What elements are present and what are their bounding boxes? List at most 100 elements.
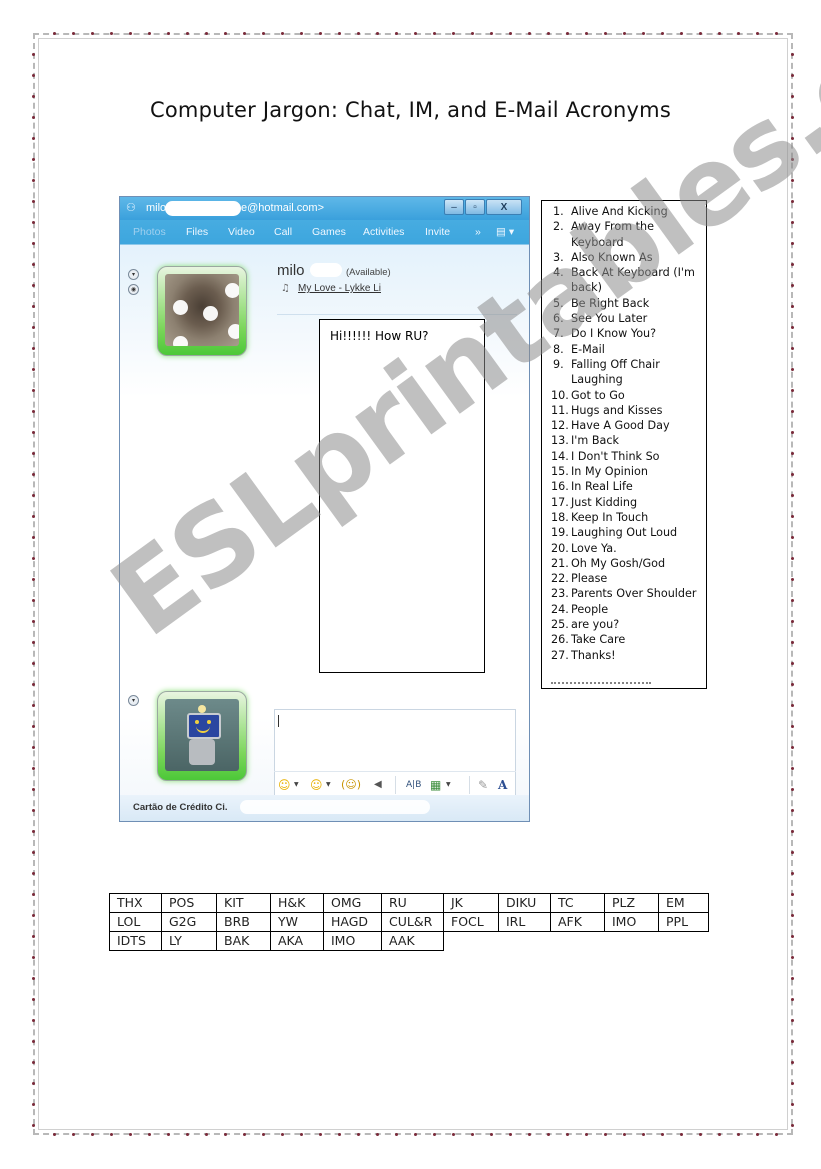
acronym-cell: RU (381, 893, 444, 913)
meaning-item: 25. are you? (542, 617, 706, 632)
border-dot (395, 1133, 398, 1136)
border-dot (791, 515, 794, 518)
maximize-button[interactable]: ▫ (465, 199, 485, 215)
border-dot (791, 431, 794, 434)
border-dot (791, 851, 794, 854)
border-dot (32, 1061, 35, 1064)
chevron-down-icon[interactable]: ▼ (294, 781, 299, 788)
voice-clip-icon[interactable]: ◀ (374, 778, 382, 792)
meaning-number: 8. (553, 342, 564, 356)
menu-call[interactable]: Call (274, 226, 292, 238)
meaning-number: 12. (551, 419, 569, 433)
border-dot (281, 32, 284, 35)
meaning-item: 5. Be Right Back (542, 296, 706, 311)
blur-dot (173, 336, 188, 346)
border-dot (414, 32, 417, 35)
border-dot (642, 32, 645, 35)
border-dot (791, 473, 794, 476)
more-menu-icon[interactable]: » (475, 226, 481, 238)
border-dot (756, 32, 759, 35)
meaning-number: 14. (551, 449, 569, 463)
border-dot (547, 32, 550, 35)
menu-games[interactable]: Games (312, 226, 346, 238)
acronym-row: IDTS LY BAK AKA IMO AAK (109, 931, 709, 951)
acronym-cell: H&K (270, 893, 324, 913)
border-dot (32, 242, 35, 245)
wink-icon[interactable]: ☺ (310, 778, 323, 792)
meaning-number: 23. (551, 587, 569, 601)
now-playing-link[interactable]: My Love - Lykke Li (298, 283, 381, 294)
text-format-icon[interactable]: A (498, 778, 507, 792)
meaning-text: Do I Know You? (571, 327, 657, 341)
border-dot (509, 32, 512, 35)
border-dot (148, 1133, 151, 1136)
border-dot (791, 1019, 794, 1022)
acronym-cell: BAK (216, 931, 271, 951)
border-dot (32, 620, 35, 623)
status-bar-text[interactable]: Cartão de Crédito Ci. (133, 802, 228, 813)
menu-photos[interactable]: Photos (133, 226, 166, 238)
border-dot (791, 746, 794, 749)
menu-files[interactable]: Files (186, 226, 208, 238)
border-dot (53, 32, 56, 35)
border-dot (775, 1133, 778, 1136)
meaning-item: 22. Please (542, 571, 706, 586)
border-dot (357, 1133, 360, 1136)
chevron-down-icon[interactable]: ▼ (446, 781, 451, 788)
meaning-item: 16. In Real Life (542, 479, 706, 494)
meaning-item: 26. Take Care (542, 632, 706, 647)
meanings-ol: 1. Alive And Kicking 2. Away From the Keybo… (542, 201, 706, 663)
border-dot (791, 893, 794, 896)
robot-body (189, 739, 215, 765)
border-dot (791, 284, 794, 287)
meaning-number: 4. (553, 266, 564, 280)
meaning-item: 11. Hugs and Kisses (542, 403, 706, 418)
border-dot (32, 473, 35, 476)
meaning-item: 19. Laughing Out Loud (542, 525, 706, 540)
acronym-cell: LOL (109, 912, 162, 932)
border-dot (680, 1133, 683, 1136)
toolbar-separator (395, 776, 396, 794)
meaning-number: 10. (551, 388, 569, 402)
meaning-number: 1. (553, 205, 564, 218)
meaning-item: 9. Falling Off Chair Laughing (542, 357, 706, 388)
acronym-cell: DIKU (498, 893, 551, 913)
options-menu-icon[interactable]: ▤ ▾ (496, 226, 514, 238)
border-dot (32, 494, 35, 497)
border-dot (791, 914, 794, 917)
meaning-number: 7. (553, 327, 564, 341)
font-icon[interactable]: A|B (406, 778, 421, 792)
collapse-contact-icon[interactable]: ▾ (128, 269, 139, 280)
webcam-icon[interactable]: ◉ (128, 284, 139, 295)
border-dot (718, 1133, 721, 1136)
border-dot (32, 389, 35, 392)
background-icon[interactable]: ▦ (430, 778, 441, 792)
emoticon-icon[interactable]: ☺ (278, 778, 291, 792)
meaning-text: E-Mail (571, 342, 605, 356)
acronym-cell: IDTS (109, 931, 162, 951)
acronym-cell: FOCL (443, 912, 499, 932)
nudge-icon[interactable]: (☺) (341, 778, 361, 792)
menu-activities[interactable]: Activities (363, 226, 404, 238)
close-button[interactable]: X (486, 199, 522, 215)
meaning-text: Got to Go (571, 388, 625, 402)
border-dot (32, 998, 35, 1001)
menu-invite[interactable]: Invite (425, 226, 450, 238)
border-dot (262, 32, 265, 35)
border-dot (32, 767, 35, 770)
border-dot (167, 32, 170, 35)
redacted-status (240, 800, 430, 814)
border-dot (32, 683, 35, 686)
blur-dot (173, 300, 188, 315)
menu-video[interactable]: Video (228, 226, 255, 238)
meaning-item: 24. People (542, 602, 706, 617)
collapse-self-icon[interactable]: ▾ (128, 695, 139, 706)
chevron-down-icon[interactable]: ▼ (326, 781, 331, 788)
border-dot (53, 1133, 56, 1136)
border-dot (262, 1133, 265, 1136)
handwriting-icon[interactable]: ✎ (478, 778, 488, 792)
border-dot (32, 557, 35, 560)
border-dot (319, 1133, 322, 1136)
border-dot (32, 599, 35, 602)
minimize-button[interactable]: – (444, 199, 464, 215)
